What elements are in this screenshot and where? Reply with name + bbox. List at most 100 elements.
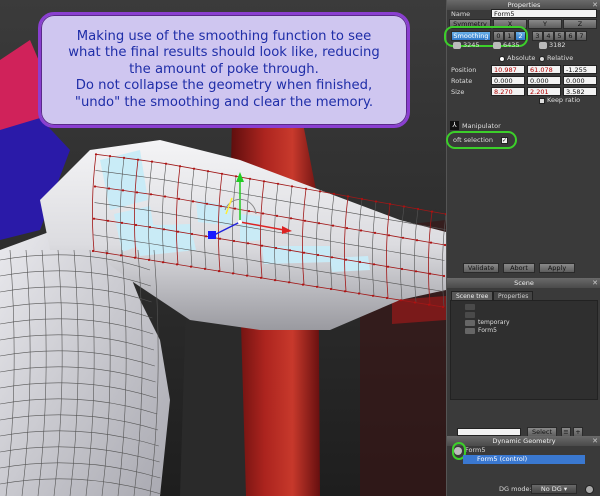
smoothing-level-6[interactable]: 6 — [565, 31, 576, 41]
apply-button[interactable]: Apply — [539, 263, 575, 273]
scene-titlebar[interactable]: Scene ✕ — [447, 278, 600, 288]
close-icon[interactable]: ✕ — [592, 278, 598, 288]
smoothing-level-7[interactable]: 7 — [576, 31, 587, 41]
tree-item-hidden[interactable] — [465, 303, 478, 311]
axis-z-button[interactable]: Z — [563, 19, 597, 29]
tab-properties[interactable]: Properties — [493, 291, 534, 300]
axis-y-button[interactable]: Y — [528, 19, 562, 29]
tree-item-form5[interactable]: Form5 — [465, 327, 497, 335]
size-z-field[interactable]: 3.582 — [563, 87, 597, 96]
smoothing-level-3[interactable]: 3 — [532, 31, 543, 41]
name-label: Name — [451, 10, 471, 18]
3d-viewport[interactable]: Making use of the smoothing function to … — [0, 0, 446, 496]
mesh-vertex — [192, 167, 196, 170]
mesh-vertex — [176, 230, 180, 233]
mesh-vertex — [358, 260, 362, 264]
smoothing-level-5[interactable]: 5 — [554, 31, 565, 41]
mesh-vertex — [315, 285, 319, 288]
mesh-vertex — [177, 197, 181, 200]
mesh-vertex — [427, 303, 431, 306]
mesh-vertex — [374, 200, 378, 203]
visibility-icon[interactable] — [465, 303, 475, 310]
mesh-vertex — [316, 253, 320, 257]
mesh-vertex — [134, 223, 138, 227]
position-y-field[interactable]: 61.078 — [527, 65, 561, 74]
mesh-vertex — [401, 236, 405, 239]
mesh-vertex — [302, 251, 306, 254]
dynamic-geometry-titlebar[interactable]: Dynamic Geometry ✕ — [447, 436, 600, 446]
dynamic-geometry-title: Dynamic Geometry — [492, 437, 556, 445]
abort-button[interactable]: Abort — [503, 263, 535, 273]
mesh-vertex — [248, 177, 252, 180]
mesh-vertex — [346, 195, 350, 198]
mesh-vertex — [402, 205, 406, 208]
mesh-vertex — [274, 246, 278, 250]
position-label: Position — [451, 66, 477, 74]
mesh-vertex — [441, 305, 445, 309]
mesh-vertex — [416, 207, 420, 211]
absolute-radio[interactable] — [499, 56, 505, 62]
mesh-vertex — [385, 296, 389, 300]
select-filter-input[interactable] — [457, 428, 521, 436]
tab-scene-tree[interactable]: Scene tree — [451, 291, 494, 300]
rotate-x-field[interactable]: 0.000 — [491, 76, 525, 85]
dg-toggle-icon[interactable] — [585, 485, 594, 494]
mesh-vertex — [204, 235, 208, 238]
mesh-vertex — [373, 231, 377, 234]
close-icon[interactable]: ✕ — [592, 436, 598, 446]
mesh-vertex — [259, 276, 263, 279]
dg-item-form5-control[interactable]: Form5 (control) — [463, 455, 585, 464]
annotation-line-1: Making use of the smoothing function to … — [76, 28, 372, 44]
annotation-line-3: the amount of poke through. — [129, 61, 319, 77]
mesh-vertex — [191, 200, 195, 203]
dg-item-form5[interactable]: Form5 — [465, 446, 486, 454]
name-field[interactable]: Form5 — [491, 9, 597, 18]
mesh-vertex — [371, 294, 375, 297]
mesh-vertex — [190, 232, 194, 236]
validate-button[interactable]: Validate — [463, 263, 499, 273]
relative-radio[interactable] — [539, 56, 545, 62]
size-x-field[interactable]: 8.270 — [491, 87, 525, 96]
mesh-vertex — [93, 185, 97, 188]
scene-tree[interactable]: temporary Form5 — [450, 300, 598, 400]
tree-item-label: Form5 — [478, 327, 497, 334]
rotate-z-field[interactable]: 0.000 — [563, 76, 597, 85]
rotate-label: Rotate — [451, 77, 473, 85]
size-label: Size — [451, 88, 465, 96]
mesh-vertex — [430, 210, 434, 213]
mesh-vertex — [372, 263, 376, 266]
edge-count-icon — [493, 42, 501, 49]
smoothing-level-4[interactable]: 4 — [543, 31, 554, 41]
visibility-icon[interactable] — [465, 319, 475, 326]
tree-item-hidden[interactable] — [465, 311, 478, 319]
dg-mode-select[interactable]: No DG ▾ — [531, 484, 577, 494]
mesh-vertex — [108, 155, 112, 158]
mesh-vertex — [133, 256, 137, 259]
side-panel: Properties ✕ Name Form5 Symmetry X Y Z S… — [444, 0, 600, 496]
visibility-icon[interactable] — [465, 311, 475, 318]
position-z-field[interactable]: -1.255 — [563, 65, 597, 74]
mesh-vertex — [234, 175, 238, 178]
mesh-vertex — [428, 272, 432, 275]
mesh-vertex — [178, 165, 182, 168]
properties-panel: Properties ✕ Name Form5 Symmetry X Y Z S… — [444, 0, 600, 275]
keep-ratio-checkbox[interactable] — [539, 98, 545, 104]
visibility-icon[interactable] — [465, 327, 475, 334]
mesh-vertex — [289, 217, 293, 220]
mesh-vertex — [329, 287, 333, 291]
size-y-field[interactable]: 2.201 — [527, 87, 561, 96]
dynamic-geometry-panel: Dynamic Geometry ✕ Form5 Form5 (control)… — [447, 436, 600, 496]
soft-selection-highlight-ring — [446, 131, 517, 149]
mesh-vertex — [273, 279, 277, 282]
mesh-vertex — [359, 229, 363, 232]
mesh-vertex — [233, 207, 237, 210]
mesh-vertex — [331, 224, 335, 227]
rotate-y-field[interactable]: 0.000 — [527, 76, 561, 85]
mesh-vertex — [344, 258, 348, 261]
face-count-icon — [539, 42, 547, 49]
position-x-field[interactable]: 10.987 — [491, 65, 525, 74]
tree-item-temporary[interactable]: temporary — [465, 319, 510, 327]
mesh-vertex — [399, 299, 403, 302]
mesh-vertex — [149, 193, 153, 196]
absolute-label: Absolute — [507, 54, 536, 62]
